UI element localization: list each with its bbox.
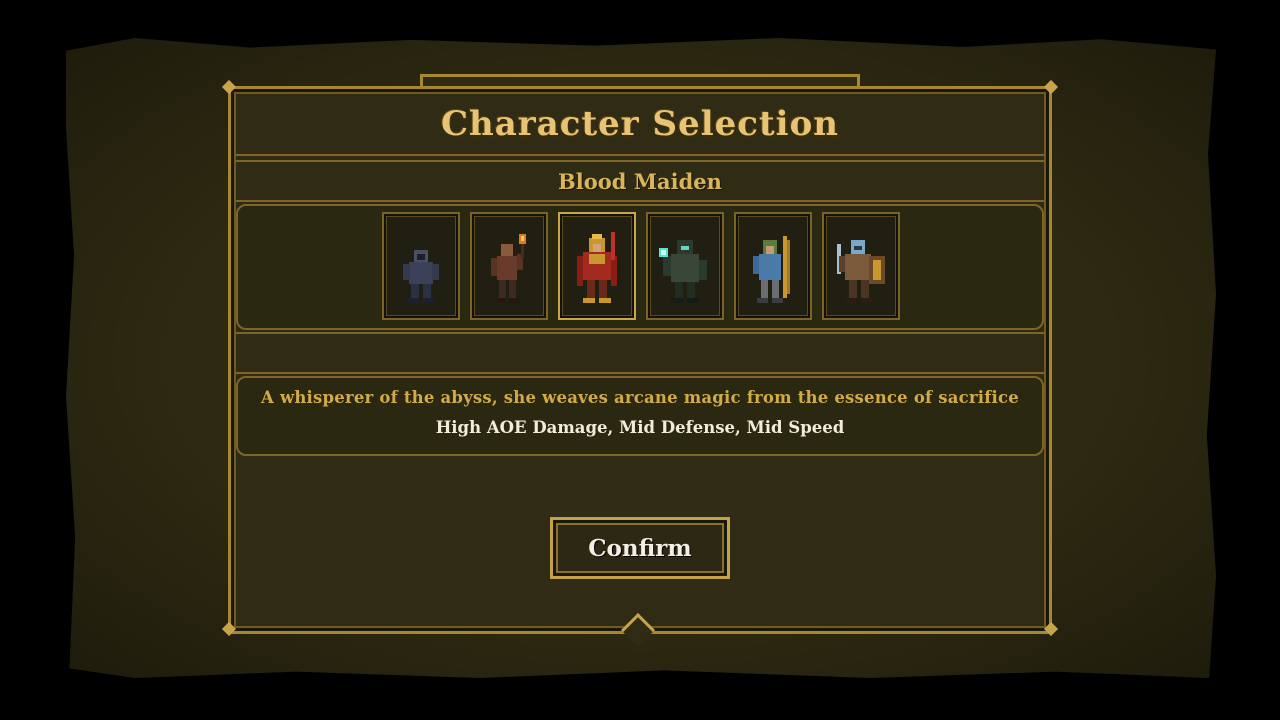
character-card-6[interactable] bbox=[822, 212, 900, 320]
hooded-rogue-icon bbox=[403, 250, 439, 303]
character-name-band: Blood Maiden bbox=[236, 160, 1044, 202]
blood-maiden-icon bbox=[577, 232, 617, 303]
character-card-1[interactable] bbox=[382, 212, 460, 320]
character-stats: High AOE Damage, Mid Defense, Mid Speed bbox=[435, 418, 845, 437]
shield-knight-icon bbox=[837, 240, 885, 303]
archer-icon bbox=[753, 236, 790, 303]
character-card-4[interactable] bbox=[646, 212, 724, 320]
character-card-5[interactable] bbox=[734, 212, 812, 320]
page-title: Character Selection bbox=[441, 104, 839, 144]
title-band: Character Selection bbox=[236, 94, 1044, 156]
dark-mage-icon bbox=[659, 240, 707, 303]
torch-bearer-icon bbox=[491, 234, 526, 303]
empty-band bbox=[236, 332, 1044, 374]
confirm-button-label: Confirm bbox=[588, 534, 692, 562]
character-description: A whisperer of the abyss, she weaves arc… bbox=[261, 388, 1019, 407]
character-list bbox=[382, 212, 900, 322]
selected-character-name: Blood Maiden bbox=[558, 168, 722, 194]
confirm-button[interactable]: Confirm bbox=[550, 517, 730, 579]
character-card-2[interactable] bbox=[470, 212, 548, 320]
character-card-3[interactable] bbox=[558, 212, 636, 320]
